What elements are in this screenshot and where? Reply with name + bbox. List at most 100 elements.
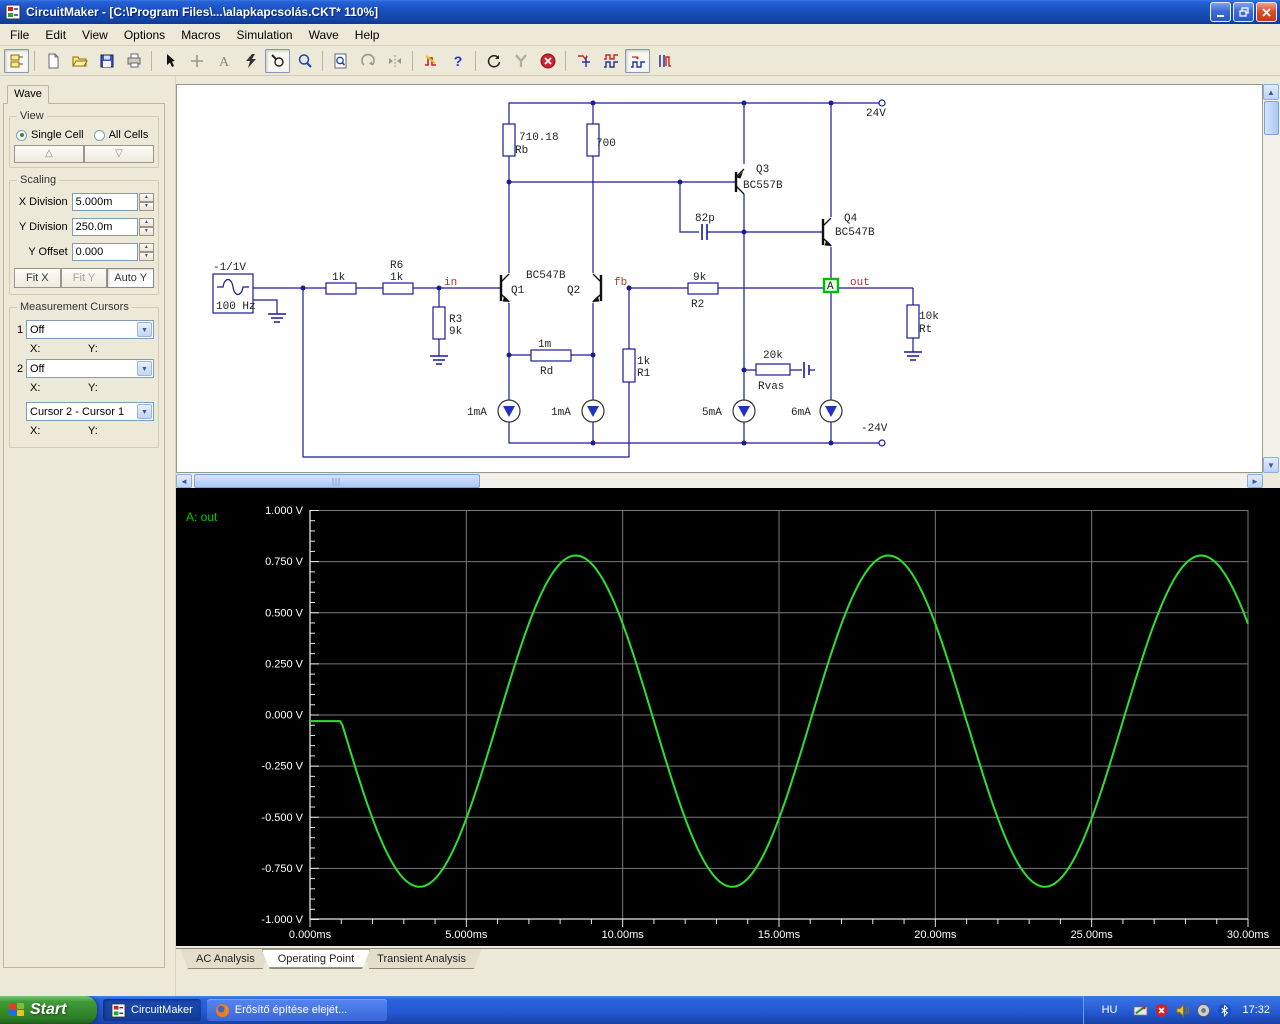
new-document-icon[interactable] [40, 49, 65, 73]
text-tool-icon[interactable]: A [211, 49, 236, 73]
scroll-up-icon[interactable]: ▲ [1263, 84, 1279, 100]
window-title: CircuitMaker - [C:\Program Files\...\ala… [26, 5, 379, 19]
q1-name: Q1 [511, 285, 525, 297]
waveform-digital-icon[interactable] [598, 49, 623, 73]
cursor2-select[interactable]: Off ▼ [26, 359, 154, 378]
chevron-down-icon[interactable]: ▼ [137, 404, 152, 419]
source-amplitude: -1/1V [213, 262, 246, 274]
cursor1-select[interactable]: Off ▼ [26, 320, 154, 339]
waveform-window[interactable]: 1.000 V 0.750 V 0.500 V 0.250 V 0.000 V -0.25… [176, 488, 1280, 946]
zoom-tool-icon[interactable] [292, 49, 317, 73]
cursor2-index: 2 [16, 362, 24, 375]
scroll-right-icon[interactable]: ► [1247, 474, 1263, 488]
all-cells-radio[interactable] [93, 129, 105, 141]
tab-wave[interactable]: Wave [7, 85, 49, 104]
menu-wave[interactable]: Wave [301, 25, 347, 45]
tab-transient-analysis[interactable]: Transient Analysis [361, 949, 482, 969]
y-division-input[interactable] [71, 218, 138, 236]
waveform-plot: 1.000 V 0.750 V 0.500 V 0.250 V 0.000 V -0.25… [186, 505, 1270, 941]
svg-text:15.00ms: 15.00ms [758, 929, 801, 941]
delete-tool-icon[interactable] [238, 49, 263, 73]
y-offset-spinner[interactable]: ▲ ▼ [138, 243, 154, 261]
help-icon[interactable]: ? [445, 49, 470, 73]
close-button[interactable] [1256, 2, 1277, 22]
tab-ac-analysis[interactable]: AC Analysis [180, 949, 271, 969]
waveform-signal-icon[interactable] [652, 49, 677, 73]
rd-name: Rd [540, 366, 553, 378]
menu-help[interactable]: Help [347, 25, 388, 45]
menu-bar: File Edit View Options Macros Simulation… [0, 24, 1280, 46]
firefox-icon [215, 1003, 229, 1017]
svg-text:0.000 V: 0.000 V [265, 710, 304, 722]
svg-text:30.00ms: 30.00ms [1227, 929, 1270, 941]
step-icon[interactable] [508, 49, 533, 73]
taskbar-item-circuitmaker[interactable]: CircuitMaker [103, 999, 201, 1021]
schematic-horizontal-scrollbar[interactable]: ◄ ► [176, 474, 1263, 489]
restore-button[interactable] [1233, 2, 1254, 22]
r1-name: R1 [637, 368, 651, 380]
print-icon[interactable] [121, 49, 146, 73]
cursors-group-legend: Measurement Cursors [17, 301, 132, 313]
menu-macros[interactable]: Macros [173, 25, 228, 45]
hscroll-thumb[interactable] [194, 474, 480, 488]
save-file-icon[interactable] [94, 49, 119, 73]
rotate-icon[interactable] [355, 49, 380, 73]
stop-icon[interactable] [535, 49, 560, 73]
wireless-mouse-icon[interactable] [1196, 1003, 1211, 1018]
x-division-input[interactable] [71, 193, 138, 211]
waveform-scope-icon[interactable] [625, 48, 650, 73]
y-offset-input[interactable] [71, 243, 138, 261]
volume-icon[interactable] [1175, 1003, 1190, 1018]
svg-text:-0.250 V: -0.250 V [261, 761, 303, 773]
cursor-diff-select[interactable]: Cursor 2 - Cursor 1 ▼ [26, 402, 154, 421]
svg-text:-1.000 V: -1.000 V [261, 914, 303, 926]
wire-tool-icon[interactable] [184, 49, 209, 73]
arrow-tool-icon[interactable] [157, 49, 182, 73]
vscroll-thumb[interactable] [1264, 101, 1279, 135]
menu-simulation[interactable]: Simulation [229, 25, 301, 45]
menu-options[interactable]: Options [116, 25, 173, 45]
menu-edit[interactable]: Edit [37, 25, 74, 45]
q3-name: Q3 [756, 164, 769, 176]
taskbar-item-browser[interactable]: Erősítő építése elejét... [206, 999, 387, 1021]
x-division-spinner[interactable]: ▲ ▼ [138, 193, 154, 211]
mirror-icon[interactable] [382, 49, 407, 73]
reset-icon[interactable] [481, 49, 506, 73]
single-cell-label: Single Cell [31, 129, 84, 141]
cursor-diff-y-label: Y: [88, 425, 98, 437]
cell-up-button[interactable]: △ [14, 145, 84, 163]
toolbar-separator [412, 50, 413, 71]
fit-x-button[interactable]: Fit X [14, 268, 61, 288]
right-column: 710.18 Rb 700 Q3 BC557B 82p Q4 BC547B 24… [176, 76, 1280, 996]
digital-analog-mode-icon[interactable] [418, 49, 443, 73]
bluetooth-icon[interactable] [1217, 1003, 1232, 1018]
schematic-canvas[interactable]: 710.18 Rb 700 Q3 BC557B 82p Q4 BC547B 24… [176, 84, 1263, 473]
start-label: Start [30, 1001, 67, 1018]
scroll-left-icon[interactable]: ◄ [176, 474, 192, 488]
r2-name: R2 [691, 299, 704, 311]
cell-down-button[interactable]: ▽ [84, 145, 154, 163]
chevron-down-icon[interactable]: ▼ [137, 322, 152, 337]
parts-browser-icon[interactable] [4, 48, 29, 73]
y-division-spinner[interactable]: ▲ ▼ [138, 218, 154, 236]
fit-y-button[interactable]: Fit Y [60, 268, 108, 288]
start-button[interactable]: Start [0, 996, 97, 1024]
auto-y-button[interactable]: Auto Y [107, 268, 155, 288]
panel-splitter[interactable] [168, 76, 176, 996]
zoom-page-icon[interactable] [328, 49, 353, 73]
minimize-button[interactable] [1210, 2, 1231, 22]
schematic-vertical-scrollbar[interactable]: ▲ ▼ [1263, 84, 1280, 473]
menu-view[interactable]: View [74, 25, 116, 45]
security-alert-icon[interactable] [1154, 1003, 1169, 1018]
single-cell-radio[interactable] [16, 129, 27, 141]
scaling-group-legend: Scaling [17, 174, 60, 186]
probe-tool-icon[interactable] [265, 48, 290, 73]
tab-operating-point[interactable]: Operating Point [262, 949, 370, 969]
chevron-down-icon[interactable]: ▼ [137, 361, 152, 376]
menu-file[interactable]: File [2, 25, 37, 45]
pen-tablet-icon[interactable] [1133, 1003, 1148, 1018]
language-indicator[interactable]: HU [1092, 1001, 1128, 1019]
waveform-transient-icon[interactable] [571, 49, 596, 73]
open-file-icon[interactable] [67, 49, 92, 73]
scroll-down-icon[interactable]: ▼ [1263, 457, 1279, 473]
